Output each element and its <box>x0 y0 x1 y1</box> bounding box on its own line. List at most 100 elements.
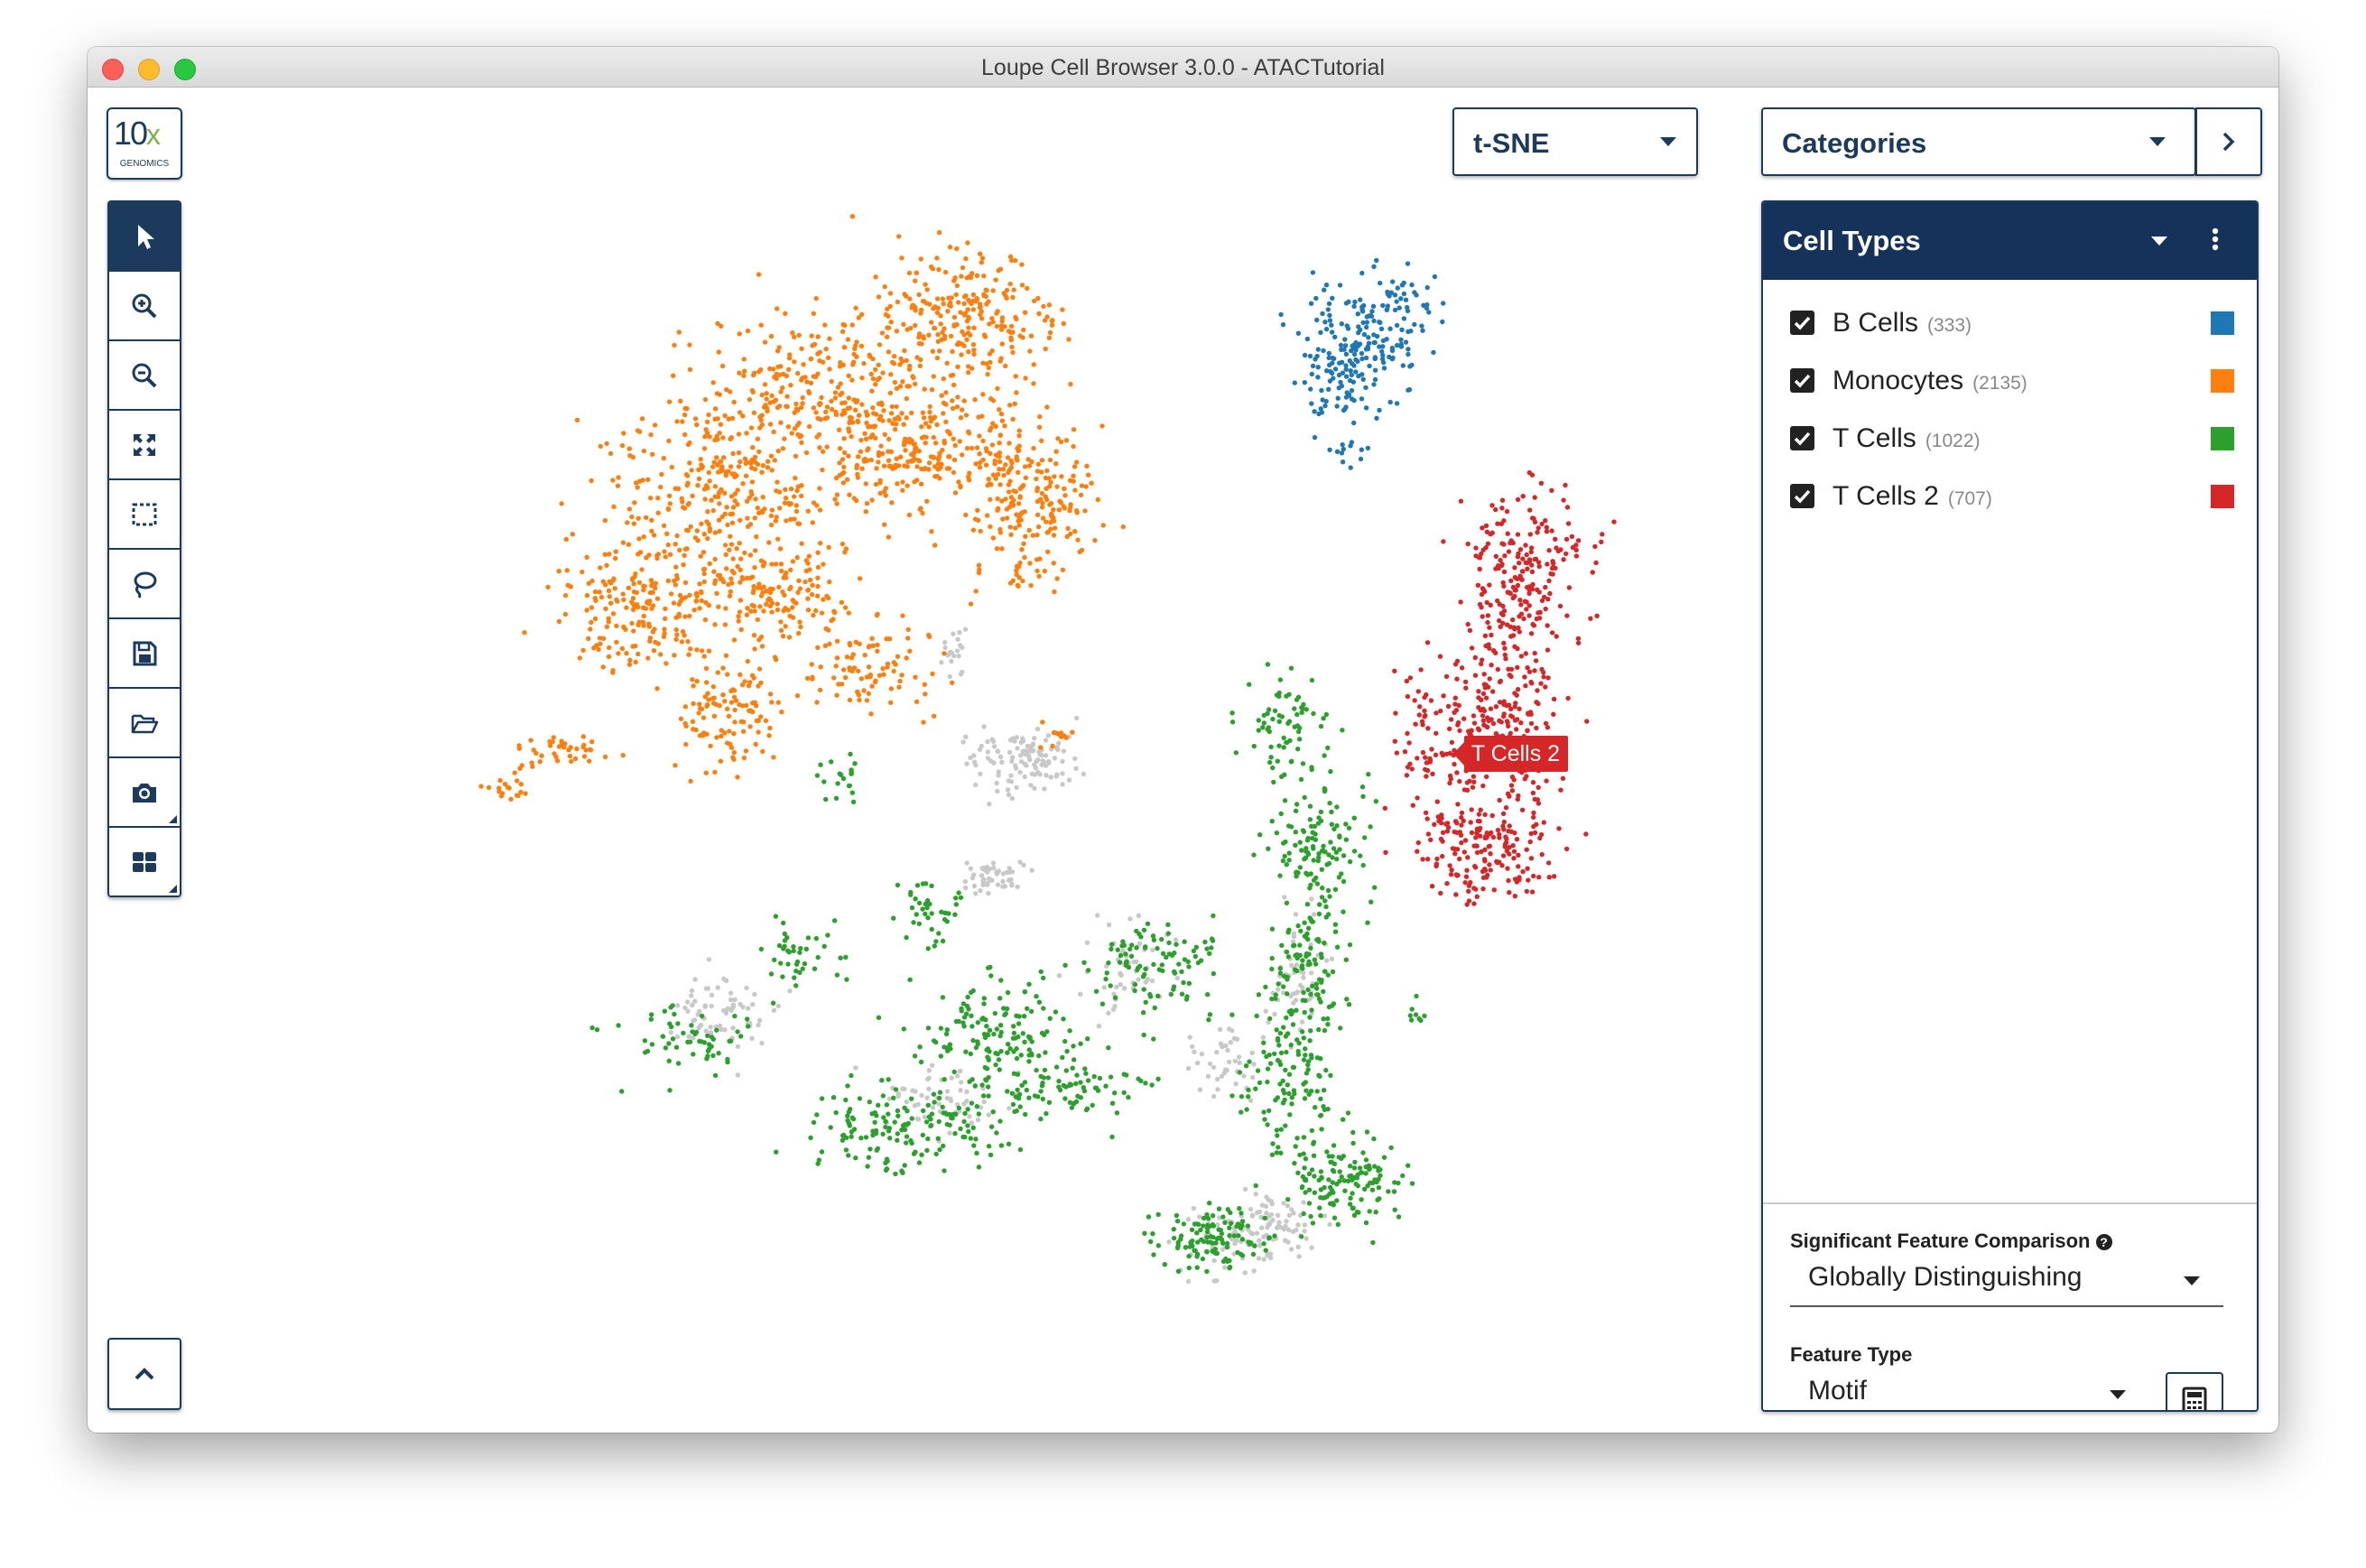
cell-point <box>876 1102 881 1108</box>
checkbox-monocytes[interactable] <box>1790 368 1814 393</box>
cell-point <box>842 322 848 329</box>
tsne-scatter-plot[interactable]: T Cells 2 <box>223 182 1848 1383</box>
calculate-button[interactable] <box>2166 1372 2223 1410</box>
cell-point <box>1434 856 1440 862</box>
cell-point <box>1008 323 1015 329</box>
unassigned-point <box>996 868 1002 874</box>
cell-point <box>1528 584 1534 589</box>
legend-item-t-cells-2[interactable]: T Cells 2 (707) <box>1790 478 2234 515</box>
zoom-in-tool-button[interactable] <box>109 272 180 341</box>
legend-item-monocytes[interactable]: Monocytes (2135) <box>1790 363 2234 399</box>
cell-point <box>1001 472 1007 478</box>
unassigned-point <box>1056 973 1062 979</box>
cell-point <box>1031 381 1036 386</box>
cell-point <box>673 582 679 588</box>
cell-point <box>775 448 781 454</box>
cell-point <box>675 1061 682 1066</box>
cell-point <box>889 500 895 506</box>
checkbox-t-cells-2[interactable] <box>1790 484 1814 508</box>
cell-point <box>903 436 908 441</box>
projection-dropdown[interactable]: t-SNE <box>1452 107 1698 176</box>
cell-point <box>799 376 805 381</box>
cell-point <box>893 1171 898 1177</box>
more-options-icon[interactable] <box>2212 227 2219 255</box>
select-tool-button[interactable] <box>109 202 180 272</box>
cell-point <box>1319 387 1324 394</box>
box-select-tool-button[interactable] <box>109 480 180 550</box>
cell-point <box>1402 749 1408 755</box>
cell-point <box>924 1147 930 1154</box>
cell-point <box>652 422 658 428</box>
cell-point <box>1035 557 1040 562</box>
zoom-out-tool-button[interactable] <box>109 341 180 411</box>
expand-panel-button[interactable] <box>107 1338 181 1410</box>
cell-point <box>859 311 865 317</box>
cell-point <box>1561 497 1566 503</box>
unassigned-point <box>1118 970 1123 977</box>
layout-tool-button[interactable] <box>109 828 180 895</box>
cell-point <box>1374 415 1379 421</box>
checkbox-t-cells[interactable] <box>1790 426 1814 450</box>
color-swatch[interactable] <box>2211 311 2234 335</box>
lasso-tool-button[interactable] <box>109 550 180 619</box>
cell-point <box>1285 1197 1291 1202</box>
cell-point <box>687 1039 693 1044</box>
unassigned-point <box>985 756 991 761</box>
color-swatch[interactable] <box>2211 369 2234 393</box>
cell-point <box>1526 613 1532 618</box>
cell-point <box>919 1152 924 1158</box>
help-icon[interactable]: ? <box>2095 1234 2112 1250</box>
feature-type-select[interactable]: Motif <box>1790 1372 2148 1410</box>
checkbox-b-cells[interactable] <box>1790 311 1814 335</box>
cell-point <box>1534 821 1539 827</box>
cell-point <box>636 604 641 610</box>
cell-point <box>1368 312 1373 319</box>
cell-point <box>1524 607 1529 612</box>
legend-item-t-cells[interactable]: T Cells (1022) <box>1790 421 2234 457</box>
cell-point <box>918 307 924 312</box>
color-swatch[interactable] <box>2211 485 2234 508</box>
cell-point <box>1443 821 1449 827</box>
cell-point <box>920 410 926 415</box>
chevron-down-icon[interactable] <box>2151 237 2167 246</box>
cell-point <box>1396 305 1402 311</box>
cell-point <box>1501 819 1508 825</box>
fit-view-tool-button[interactable] <box>109 411 180 480</box>
cell-point <box>993 277 998 283</box>
cell-point <box>792 359 797 365</box>
unassigned-point <box>1199 1051 1205 1057</box>
mode-dropdown[interactable]: Categories <box>1761 107 2196 176</box>
cell-point <box>939 393 944 398</box>
cell-point <box>839 599 845 605</box>
cell-point <box>1303 1176 1309 1183</box>
cell-point <box>1306 959 1312 964</box>
cell-point <box>976 517 981 524</box>
cell-point <box>852 761 858 766</box>
cell-point <box>1028 333 1035 339</box>
color-swatch[interactable] <box>2211 427 2234 450</box>
cell-point <box>759 644 765 649</box>
cell-point <box>587 747 593 753</box>
save-tool-button[interactable] <box>109 619 180 689</box>
screenshot-tool-button[interactable] <box>109 758 180 828</box>
cell-point <box>1270 765 1276 771</box>
cell-point <box>1302 1165 1307 1171</box>
cell-point <box>971 325 977 330</box>
unassigned-point <box>1286 1212 1293 1219</box>
cell-point <box>1329 1003 1335 1008</box>
next-button[interactable] <box>2195 107 2262 176</box>
cell-point <box>782 592 787 598</box>
cell-point <box>682 412 688 418</box>
cell-point <box>845 1113 850 1118</box>
cell-point <box>1318 1169 1324 1174</box>
open-tool-button[interactable] <box>109 689 180 758</box>
legend-item-b-cells[interactable]: B Cells (333) <box>1790 305 2234 341</box>
cell-point <box>772 458 777 463</box>
cell-point <box>1453 708 1460 713</box>
cell-point <box>1140 974 1146 979</box>
cell-point <box>751 633 757 638</box>
cell-point <box>775 700 781 705</box>
cell-point <box>988 973 994 979</box>
comparison-select[interactable]: Globally Distinguishing <box>1790 1258 2223 1307</box>
cell-point <box>1285 974 1290 980</box>
